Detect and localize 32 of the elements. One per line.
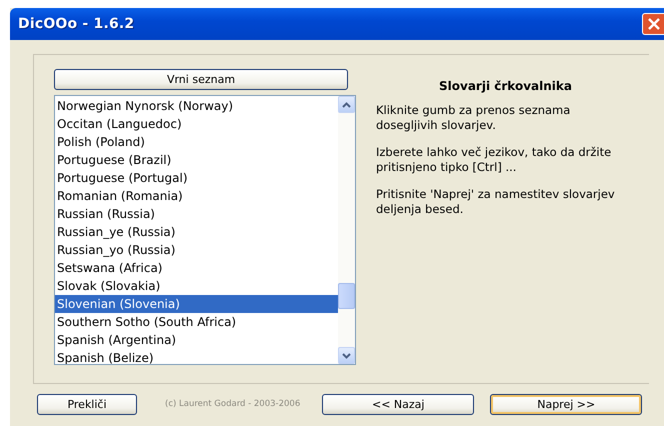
scroll-down-button[interactable] (338, 347, 355, 364)
panel-heading: Slovarji črkovalnika (438, 79, 573, 93)
list-item[interactable]: Norwegian Nynorsk (Norway) (55, 97, 338, 115)
scroll-thumb[interactable] (338, 283, 355, 309)
list-item[interactable]: Southern Sotho (South Africa) (55, 313, 338, 331)
window-title: DicOOo - 1.6.2 (17, 16, 134, 32)
list-item[interactable]: Polish (Poland) (55, 133, 338, 151)
close-icon (648, 18, 660, 30)
back-button[interactable]: << Nazaj (322, 394, 474, 414)
list-item[interactable]: Slovenian (Slovenia) (55, 295, 338, 313)
list-item[interactable]: Romanian (Romania) (55, 187, 338, 205)
instruction-text: Izberete lahko več jezikov, tako da držite pritisnjeno tipko [Ctrl] ... (376, 145, 612, 175)
list-item[interactable]: Russian_ye (Russia) (55, 223, 338, 241)
list-item[interactable]: Portuguese (Brazil) (55, 151, 338, 169)
list-item[interactable]: Occitan (Languedoc) (55, 115, 338, 133)
list-item[interactable]: Slovak (Slovakia) (55, 277, 338, 295)
chevron-up-icon (342, 102, 351, 108)
instruction-text: Pritisnite 'Naprej' za namestitev slovarjev deljenja besed. (376, 187, 616, 217)
list-item[interactable]: Setswana (Africa) (55, 259, 338, 277)
list-item[interactable]: Spanish (Argentina) (55, 331, 338, 349)
close-button[interactable] (642, 13, 664, 35)
return-list-button[interactable]: Vrni seznam (54, 69, 348, 90)
chevron-down-icon (342, 352, 351, 358)
scrollbar[interactable] (338, 96, 355, 364)
cancel-button[interactable]: Prekliči (37, 394, 137, 414)
list-item[interactable]: Russian_yo (Russia) (55, 241, 338, 259)
list-item[interactable]: Portuguese (Portugal) (55, 169, 338, 187)
next-button[interactable]: Naprej >> (490, 394, 642, 414)
scroll-up-button[interactable] (338, 96, 355, 113)
list-item[interactable]: Russian (Russia) (55, 205, 338, 223)
instruction-text: Kliknite gumb za prenos seznama dosegljivih slovarjev. (376, 103, 572, 133)
copyright-text: (c) Laurent Godard - 2003-2006 (165, 399, 300, 409)
